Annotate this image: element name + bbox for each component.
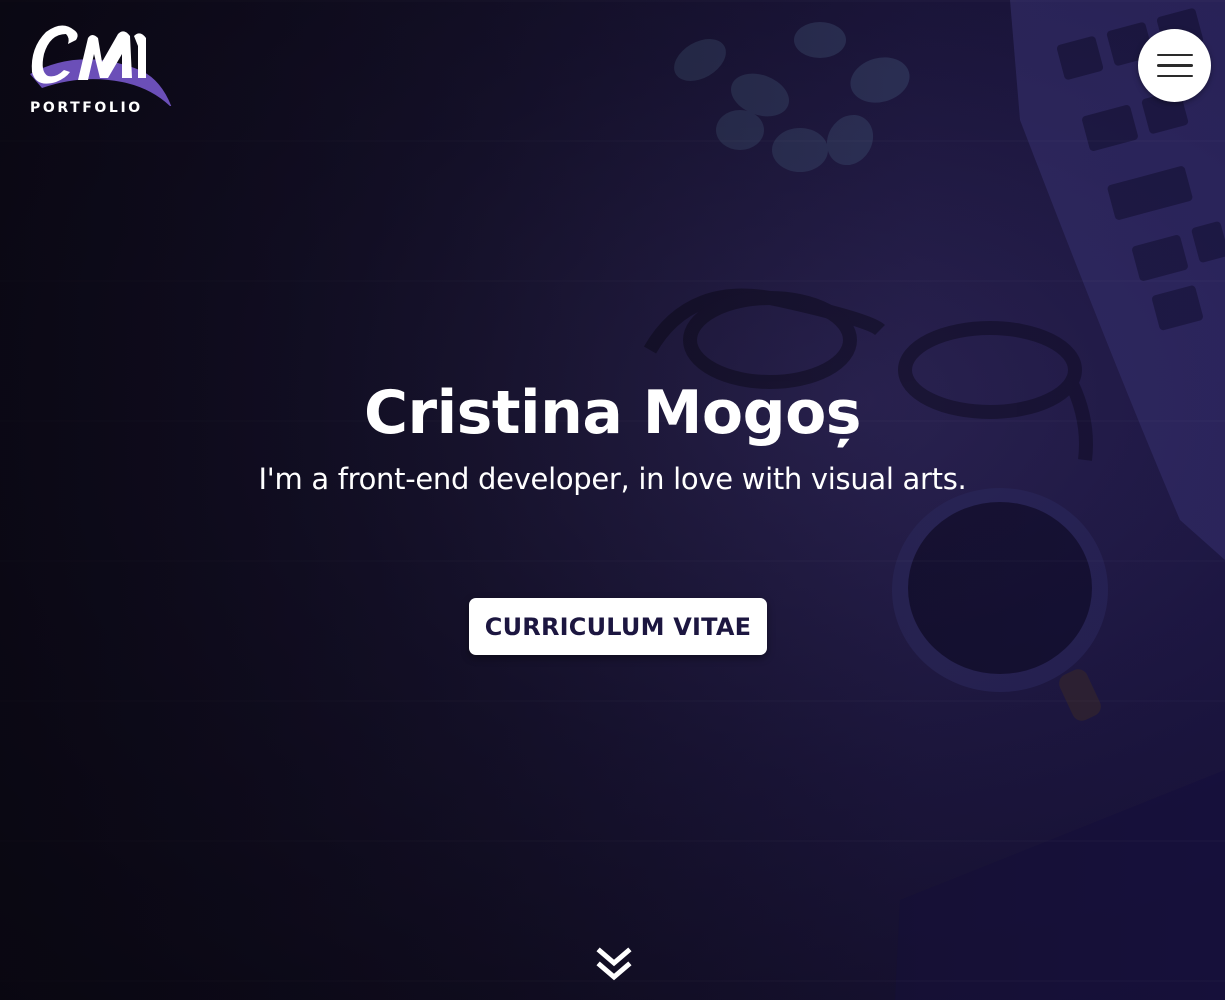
background-desk-image [643,0,1225,1000]
hamburger-menu-icon-bar [1156,64,1193,67]
hero-section: PORTFOLIO Cristina Mogoș I'm a front-end… [0,0,1225,1000]
site-logo[interactable]: PORTFOLIO [22,16,177,122]
logo-subtitle: PORTFOLIO [30,100,143,116]
coffee-cup-decoration [892,488,1108,721]
hero-tagline: I'm a front-end developer, in love with … [258,462,967,496]
plant-leaves-decoration [674,22,910,172]
hamburger-menu-button[interactable] [1138,29,1211,102]
hamburger-menu-icon-bar [1156,74,1193,78]
tablet-decoration [895,770,1225,1000]
curriculum-vitae-button[interactable]: CURRICULUM VITAE [469,598,767,655]
double-chevron-down-icon[interactable] [596,947,632,991]
wood-texture [0,0,1225,1000]
hero-name: Cristina Mogoș [363,378,862,448]
cm-monogram-logo-icon [30,25,172,108]
hero-content: Cristina Mogoș I'm a front-end developer… [0,378,1225,496]
dark-overlay [0,0,1225,1000]
hamburger-menu-icon [1156,53,1193,57]
